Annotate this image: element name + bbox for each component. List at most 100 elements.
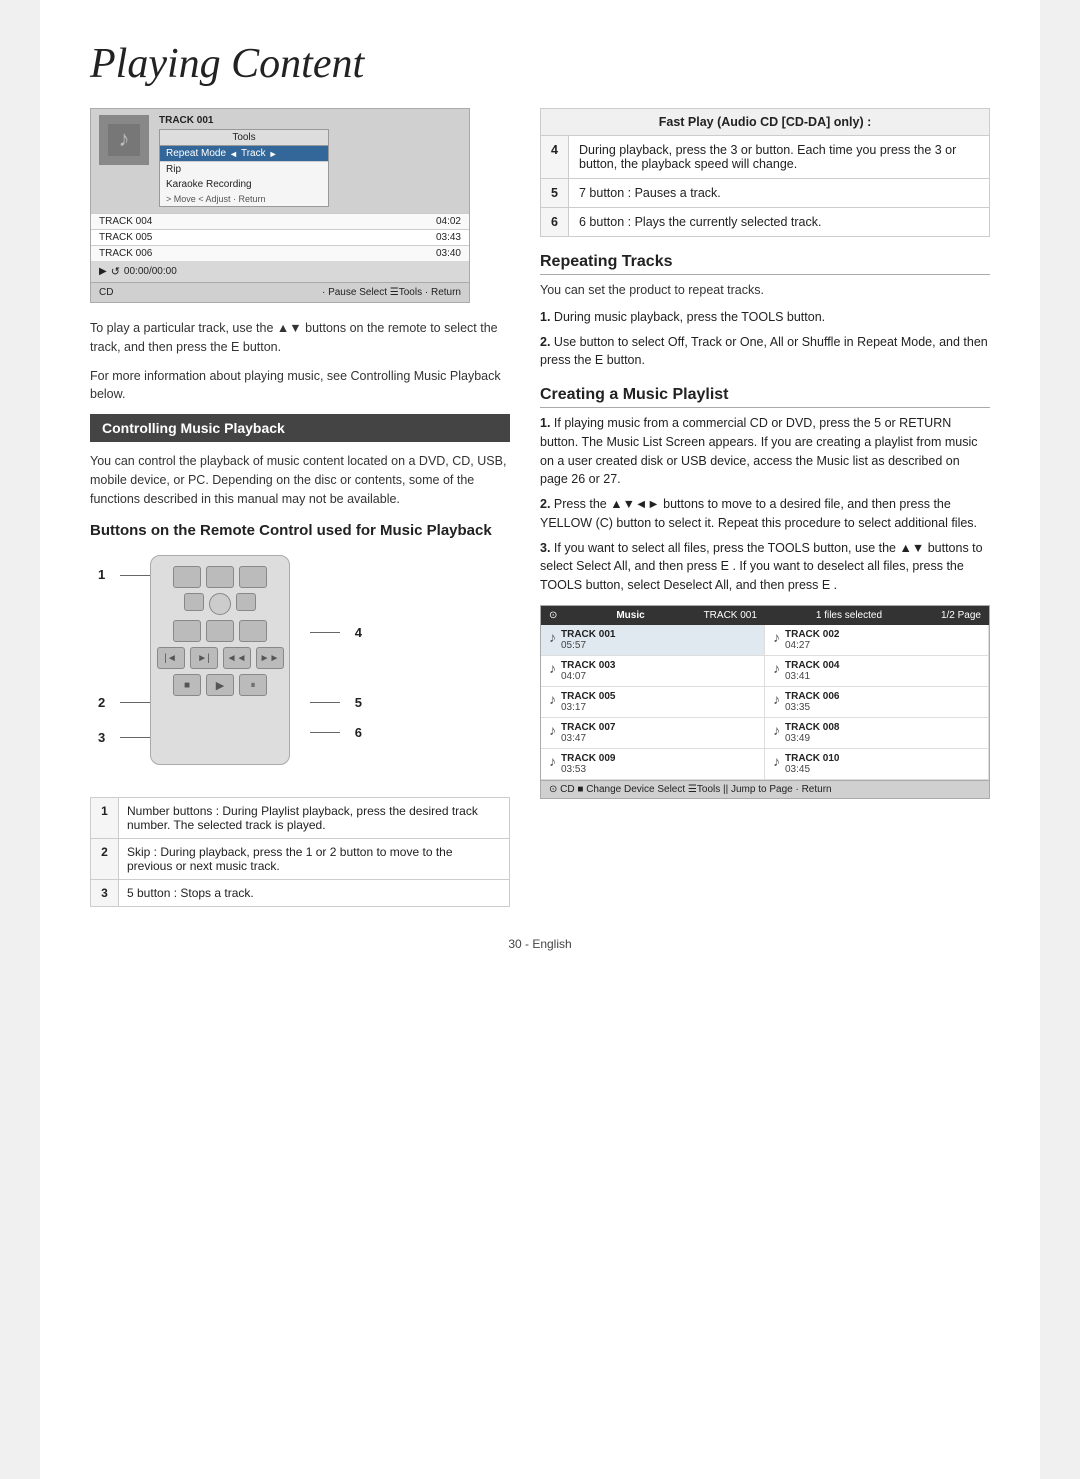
tools-header: Tools [160,130,328,146]
track-name: TRACK 006 [785,691,839,702]
step-text: If playing music from a commercial CD or… [540,416,977,486]
track-name: TRACK 005 [561,691,615,702]
row-text: 5 button : Stops a track. [119,880,510,907]
table-row: 1 Number buttons : During Playlist playb… [91,798,510,839]
svg-text:♪: ♪ [119,126,130,151]
list-item[interactable]: ♪ TRACK 001 05:57 [541,625,765,656]
note-icon: ♪ [773,722,780,738]
table-row: TRACK 006 03:40 [91,245,469,261]
list-item[interactable]: ♪ TRACK 007 03:47 [541,718,765,749]
section-desc: You can control the playback of music co… [90,452,510,508]
remote-label-2: 2 [98,695,105,710]
table-row: TRACK 005 03:43 [91,229,469,245]
note-icon: ♪ [549,753,556,769]
track-list: TRACK 004 04:02 TRACK 005 03:43 TRACK 00… [91,213,469,261]
repeating-step-2: 2. Use button to select Off, Track or On… [540,333,990,371]
right-column: Fast Play (Audio CD [CD-DA] only) : 4 Du… [540,108,990,917]
repeat-icon: ↺ [111,265,120,278]
section-heading: Controlling Music Playback [90,414,510,442]
row-num: 3 [91,880,119,907]
note-icon: ♪ [549,691,556,707]
track-time: 03:53 [561,764,615,775]
repeat-mode-label: Repeat Mode [166,148,226,159]
buttons-table: 1 Number buttons : During Playlist playb… [90,797,510,907]
row-text: 6 button : Plays the currently selected … [569,208,990,237]
right-arrow-icon: ► [269,149,278,159]
cd-time: 00:00/00:00 [124,266,177,277]
play-icon: ▶ [99,266,107,277]
row-text: 7 button : Pauses a track. [569,179,990,208]
table-row: 3 5 button : Stops a track. [91,880,510,907]
remote-label-4: 4 [355,625,362,640]
track-name: TRACK 010 [785,753,839,764]
track-time: 03:45 [785,764,839,775]
step-text: Press the ▲▼◄► buttons to move to a desi… [540,497,977,530]
list-item[interactable]: ♪ TRACK 005 03:17 [541,687,765,718]
fast-play-title: Fast Play (Audio CD [CD-DA] only) : [659,115,872,129]
table-row: Fast Play (Audio CD [CD-DA] only) : [541,109,990,136]
repeating-heading: Repeating Tracks [540,253,990,275]
page-info: 1/2 Page [941,610,981,621]
note-icon: ♪ [549,660,556,676]
row-num: 1 [91,798,119,839]
list-item[interactable]: ♪ TRACK 006 03:35 [765,687,989,718]
files-selected: 1 files selected [816,610,882,621]
note-icon: ♪ [773,629,780,645]
desc-para-1: To play a particular track, use the ▲▼ b… [90,319,510,357]
rip-row: Rip [160,161,328,177]
track-name: TRACK 009 [561,753,615,764]
remote-label-5: 5 [355,695,362,710]
track-name: TRACK 008 [785,722,839,733]
list-item[interactable]: ♪ TRACK 008 03:49 [765,718,989,749]
remote-label-3: 3 [98,730,105,745]
tools-panel: Tools Repeat Mode ◄ Track ► Rip [159,129,329,207]
music-header-icon: ⊙ [549,610,557,621]
list-item[interactable]: ♪ TRACK 003 04:07 [541,656,765,687]
cd-bottom-nav: · Pause Select ☰Tools · Return [322,287,461,298]
desc-para-2: For more information about playing music… [90,367,510,405]
list-item[interactable]: ♪ TRACK 002 04:27 [765,625,989,656]
track-name: TRACK 003 [561,660,615,671]
creating-heading: Creating a Music Playlist [540,386,990,408]
creating-step-3: 3. If you want to select all files, pres… [540,539,990,595]
page-title: Playing Content [90,40,990,88]
note-icon: ♪ [773,660,780,676]
remote-diagram: |◄ ►| ◄◄ ►► ■ ▶ ⏸ 1 2 [90,545,370,785]
cd-source: CD [99,287,113,298]
note-icon: ♪ [773,753,780,769]
track-time: 03:40 [436,248,461,259]
repeating-desc: You can set the product to repeat tracks… [540,281,990,300]
music-ui-footer: ⊙ CD ■ Change Device Select ☰Tools || Ju… [541,780,989,798]
table-row: 4 During playback, press the 3 or button… [541,136,990,179]
table-row: 2 Skip : During playback, press the 1 or… [91,839,510,880]
step-text: If you want to select all files, press t… [540,541,983,593]
fast-play-table: Fast Play (Audio CD [CD-DA] only) : 4 Du… [540,108,990,237]
table-row: TRACK 004 04:02 [91,213,469,229]
note-icon: ♪ [773,691,780,707]
karaoke-label: Karaoke Recording [166,179,252,190]
list-item[interactable]: ♪ TRACK 010 03:45 [765,749,989,780]
remote-label-1: 1 [98,567,105,582]
music-title: Music [616,610,644,621]
track-time: 04:27 [785,640,839,651]
list-item[interactable]: ♪ TRACK 009 03:53 [541,749,765,780]
track-time: 03:43 [436,232,461,243]
note-icon: ♪ [549,629,556,645]
music-track-grid: ♪ TRACK 001 05:57 ♪ TRACK 002 04:27 [541,625,989,780]
row-text: Number buttons : During Playlist playbac… [119,798,510,839]
buttons-heading: Buttons on the Remote Control used for M… [90,522,510,539]
rip-label: Rip [166,164,181,175]
track-name: TRACK 002 [785,629,839,640]
row-num: 2 [91,839,119,880]
music-ui-header: ⊙ Music TRACK 001 1 files selected 1/2 P… [541,606,989,625]
row-text: Skip : During playback, press the 1 or 2… [119,839,510,880]
page-number: 30 - English [90,937,990,951]
music-ui: ⊙ Music TRACK 001 1 files selected 1/2 P… [540,605,990,799]
list-item[interactable]: ♪ TRACK 004 03:41 [765,656,989,687]
album-art: ♪ [99,115,149,165]
track-info: TRACK 001 Tools Repeat Mode ◄ Track ► [159,115,461,207]
track-name: TRACK 005 [99,232,152,243]
track-time: 03:41 [785,671,839,682]
music-footer-text: ⊙ CD ■ Change Device Select ☰Tools || Ju… [549,784,832,795]
remote-label-6: 6 [355,725,362,740]
